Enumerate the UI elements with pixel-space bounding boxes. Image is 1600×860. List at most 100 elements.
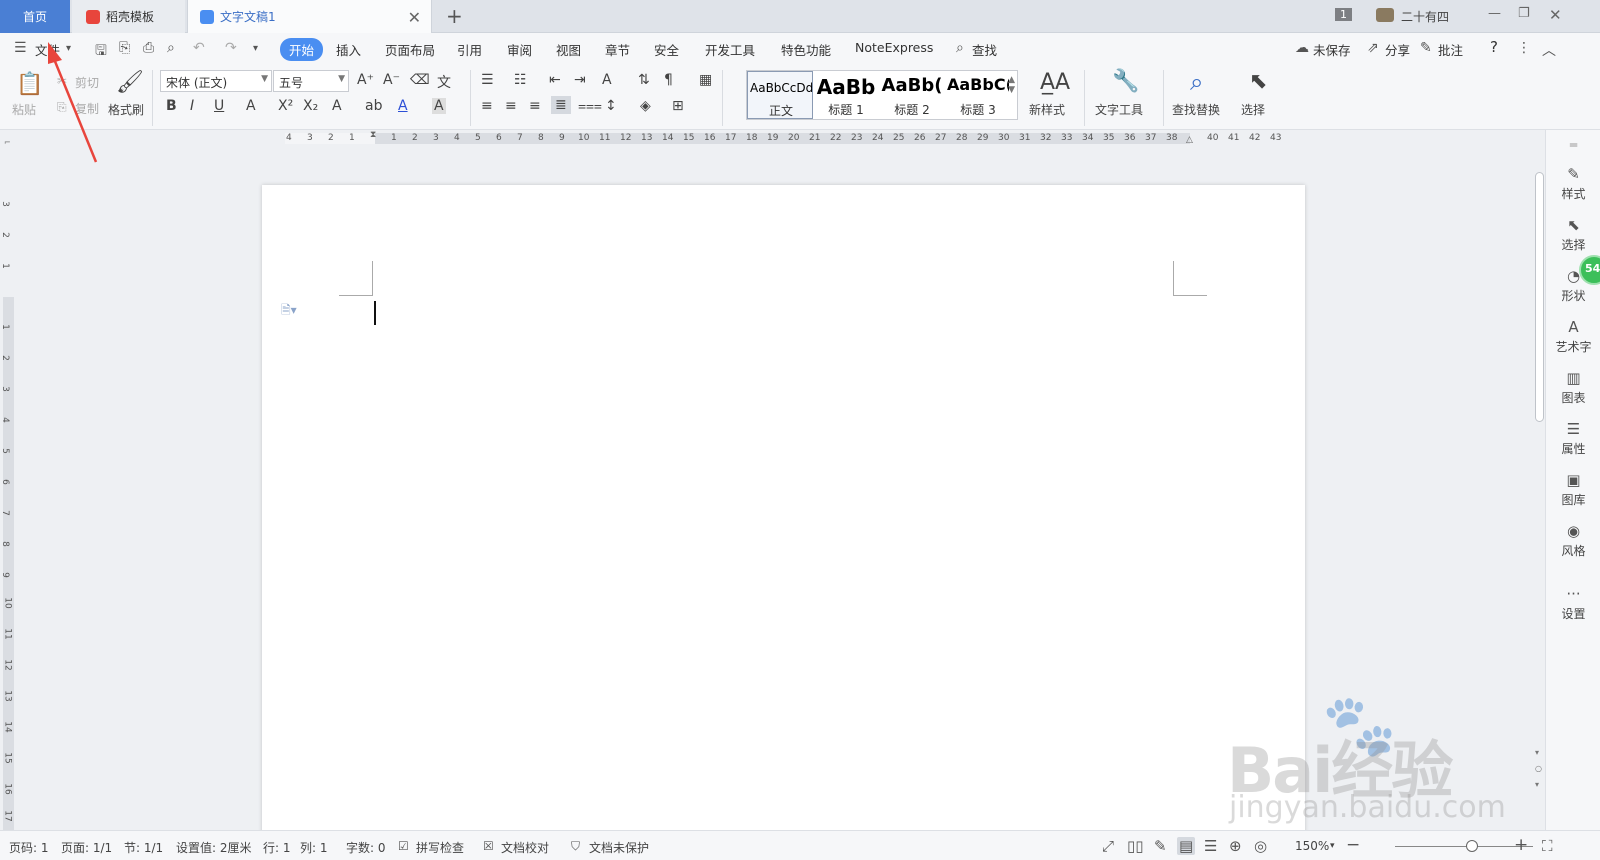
shrink-font-icon[interactable]: A⁻	[383, 72, 400, 88]
shading-icon[interactable]: ◈	[640, 98, 651, 114]
underline-icon[interactable]: U	[214, 98, 224, 114]
search-icon[interactable]: ⌕	[956, 40, 964, 56]
zoom-slider-knob[interactable]	[1466, 840, 1478, 852]
tab-insert[interactable]: 插入	[336, 40, 361, 59]
tab-noteexpress[interactable]: NoteExpress	[855, 40, 933, 55]
tab-view[interactable]: 视图	[556, 40, 581, 59]
vertical-ruler[interactable]: 3 2 1 1 2 3 4 5 6 7 8 9 10 11 12 13 14 1…	[0, 147, 17, 830]
text-direction-icon[interactable]: A	[602, 72, 612, 88]
status-row[interactable]: 行: 1	[263, 839, 291, 856]
font-size-select[interactable]: 五号 ▼	[273, 70, 349, 92]
style-heading-2[interactable]: AaBb( 标题 2	[879, 71, 945, 119]
paragraph-layout-icon[interactable]: 🗎▾	[281, 301, 297, 322]
zoom-slider-track[interactable]	[1395, 846, 1533, 847]
tab-document[interactable]: 文字文稿1 ✕	[187, 0, 432, 33]
restore-icon[interactable]: ❐	[1518, 6, 1530, 21]
share-button[interactable]: 分享	[1385, 40, 1410, 59]
fullscreen-icon[interactable]: ⤢	[1102, 837, 1114, 855]
help-button[interactable]: ?	[1490, 38, 1498, 56]
scrollbar-thumb[interactable]	[1535, 172, 1544, 422]
tab-layout[interactable]: 页面布局	[385, 40, 435, 59]
zoom-level[interactable]: 150%	[1295, 839, 1329, 853]
paste-icon[interactable]: 📋	[16, 72, 43, 97]
tab-review[interactable]: 审阅	[507, 40, 532, 59]
right-indent-marker-icon[interactable]: △	[1186, 135, 1193, 145]
write-mode-icon[interactable]: ✎	[1154, 837, 1167, 855]
side-gallery[interactable]: ▣ 图库	[1546, 471, 1600, 508]
align-center-icon[interactable]: ≡	[505, 98, 517, 114]
style-scroll-icon[interactable]: ▲ ▼	[1008, 75, 1015, 95]
style-normal[interactable]: AaBbCcDd 正文	[747, 71, 813, 119]
strikethrough-icon[interactable]: A	[246, 98, 256, 114]
avatar[interactable]	[1376, 8, 1394, 22]
show-marks-icon[interactable]: ¶	[664, 72, 673, 88]
status-words[interactable]: 字数: 0	[346, 839, 386, 856]
style-heading-3[interactable]: AaBbC( 标题 3	[945, 71, 1011, 119]
more-icon[interactable]: ⋮	[1517, 40, 1531, 56]
side-theme[interactable]: ◉ 风格	[1546, 522, 1600, 559]
bullet-list-icon[interactable]: ☰	[481, 72, 494, 88]
hamburger-icon[interactable]: ☰	[14, 40, 27, 56]
zoom-out-icon[interactable]: −	[1346, 835, 1360, 855]
paste-button[interactable]: 粘贴	[12, 101, 36, 118]
comment-button[interactable]: 批注	[1438, 40, 1463, 59]
borders-icon[interactable]: ⊞	[672, 98, 684, 114]
protect-status[interactable]: 文档未保护	[589, 839, 649, 856]
phonetic-icon[interactable]: 文	[437, 72, 451, 92]
numbered-list-icon[interactable]: ☷	[514, 72, 527, 88]
redo-icon[interactable]: ↷	[225, 40, 237, 56]
font-color-icon[interactable]: A	[398, 98, 408, 114]
customize-icon[interactable]: ▾	[253, 43, 258, 54]
print-icon[interactable]: ⎙	[143, 40, 154, 56]
read-mode-icon[interactable]: ▯▯	[1127, 837, 1144, 855]
eye-protect-icon[interactable]: ◎	[1254, 837, 1267, 855]
tab-start[interactable]: 开始	[280, 38, 324, 61]
find-button[interactable]: 查找	[972, 40, 997, 59]
status-setting[interactable]: 设置值: 2厘米	[176, 839, 252, 856]
minimize-icon[interactable]: —	[1488, 6, 1501, 21]
char-shading-icon[interactable]: A	[432, 98, 446, 114]
align-left-icon[interactable]: ≡	[481, 98, 493, 114]
undo-icon[interactable]: ↶	[193, 40, 205, 56]
subscript-icon[interactable]: X₂	[303, 98, 318, 114]
indent-marker-icon[interactable]: ⧗	[370, 130, 376, 140]
tab-features[interactable]: 特色功能	[781, 40, 831, 59]
italic-icon[interactable]: I	[190, 98, 194, 114]
font-name-select[interactable]: 宋体 (正文) ▼	[160, 70, 272, 92]
tab-references[interactable]: 引用	[457, 40, 482, 59]
print-preview-icon[interactable]: ⌕	[167, 40, 175, 56]
increase-indent-icon[interactable]: ⇥	[574, 72, 586, 88]
user-name[interactable]: 二十有四	[1401, 8, 1449, 25]
align-right-icon[interactable]: ≡	[529, 98, 541, 114]
status-pages[interactable]: 页面: 1/1	[61, 839, 112, 856]
tab-security[interactable]: 安全	[654, 40, 679, 59]
decrease-indent-icon[interactable]: ⇤	[549, 72, 561, 88]
tab-stop-icon[interactable]: ⌐	[4, 138, 11, 147]
export-icon[interactable]: ⎘	[119, 40, 130, 56]
sort-icon[interactable]: ⇅	[638, 72, 650, 88]
clear-format-icon[interactable]: ⌫	[410, 72, 430, 88]
tab-developer[interactable]: 开发工具	[705, 40, 755, 59]
add-tab-icon[interactable]: +	[446, 4, 463, 28]
collapse-ribbon-icon[interactable]: ︿	[1542, 40, 1556, 60]
proofread-button[interactable]: 文档校对	[501, 839, 549, 856]
status-section[interactable]: 节: 1/1	[124, 839, 163, 856]
vertical-scrollbar[interactable]: ▾ ○ ▾	[1534, 147, 1545, 830]
document-page[interactable]	[262, 185, 1305, 830]
format-painter-icon[interactable]: 🖌	[116, 70, 144, 95]
close-window-icon[interactable]: ✕	[1549, 6, 1562, 24]
spellcheck-button[interactable]: 拼写检查	[416, 839, 464, 856]
page-nav-icon[interactable]: ▾ ○ ▾	[1535, 745, 1542, 793]
web-view-icon[interactable]: ⊕	[1229, 837, 1242, 855]
zoom-dropdown-icon[interactable]: ▾	[1330, 841, 1335, 851]
tab-home[interactable]: 首页	[0, 0, 70, 33]
status-col[interactable]: 列: 1	[300, 839, 328, 856]
tab-template[interactable]: 稻壳模板	[72, 0, 185, 33]
superscript-icon[interactable]: X²	[278, 98, 293, 114]
highlight-icon[interactable]: ab	[365, 98, 382, 114]
horizontal-ruler[interactable]: ⌐ 4 3 2 1 1 2 3 4 5 6 7 8 9 10 11 12 13 …	[0, 130, 1600, 147]
side-chart[interactable]: ▥ 图表	[1546, 369, 1600, 406]
table-insert-icon[interactable]: ▦	[699, 72, 712, 88]
fit-window-icon[interactable]: ⛶	[1542, 837, 1553, 855]
side-settings[interactable]: ··· 设置	[1546, 585, 1600, 622]
